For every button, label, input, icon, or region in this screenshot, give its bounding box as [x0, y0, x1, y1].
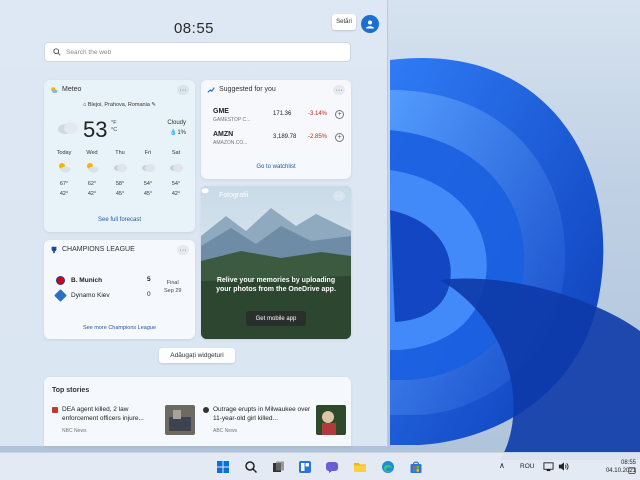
search-input[interactable]: Search the web: [44, 42, 351, 62]
news-source-icon: [52, 407, 58, 413]
add-widgets-button[interactable]: Adăugați widgeturi: [159, 348, 235, 363]
home-team: B. Munich: [56, 276, 102, 285]
trophy-icon: [51, 246, 57, 254]
stocks-icon: [207, 87, 215, 93]
cloudy-icon: [170, 164, 183, 172]
news-source-icon: [203, 407, 209, 413]
stock-row[interactable]: AMZN AMAZON.CO... 3,189.78 -2.85% +: [213, 131, 344, 151]
away-team: Dynamo Kiev: [54, 289, 110, 302]
weather-condition: Cloudy: [167, 120, 186, 126]
weather-location[interactable]: ⌂ Blejoi, Prahova, Romania ✎: [44, 102, 195, 108]
forecast-day: Sat 54° 42°: [164, 150, 188, 197]
weather-title: Meteo: [62, 86, 82, 93]
stock-row[interactable]: GME GAMESTOP C... 171.36 -3.14% +: [213, 108, 344, 128]
partly-sunny-icon: [59, 163, 71, 173]
get-mobile-app-button[interactable]: Get mobile app: [246, 311, 306, 326]
story-thumbnail: [165, 405, 195, 435]
panel-clock: 08:55: [173, 20, 215, 37]
notification-icon[interactable]: [628, 467, 636, 475]
see-more-link[interactable]: See more Champions League: [44, 325, 195, 331]
watchlist-title: Suggested for you: [219, 86, 276, 93]
avatar[interactable]: [361, 15, 379, 33]
story-item[interactable]: DEA agent killed, 2 law enforcement offi…: [52, 405, 195, 441]
watchlist-widget[interactable]: Suggested for you ··· GME GAMESTOP C... …: [201, 80, 351, 179]
more-options-button[interactable]: ···: [333, 85, 345, 95]
sports-title: CHAMPIONS LEAGUE: [62, 246, 135, 253]
cloudy-icon: [142, 164, 155, 172]
forecast-day: Fri 54° 45°: [136, 150, 160, 197]
more-options-button[interactable]: ···: [177, 85, 189, 95]
search-icon: [53, 48, 61, 56]
story-item[interactable]: Outrage erupts in Milwaukee over 11-year…: [203, 405, 346, 441]
photos-message: Relive your memories by uploading your p…: [216, 277, 336, 293]
task-view-icon[interactable]: [271, 460, 285, 474]
forecast-row: Today 67° 42° Wed 62° 42° Thu 58° 45° Fr…: [52, 150, 188, 197]
top-stories-title: Top stories: [52, 387, 90, 394]
story-thumbnail: [316, 405, 346, 435]
forecast-day: Wed 62° 42°: [86, 150, 99, 197]
away-score: 0: [147, 291, 151, 298]
team-logo: [54, 289, 67, 302]
cloudy-icon: [58, 122, 78, 134]
watchlist-link[interactable]: Go to watchlist: [201, 164, 351, 170]
user-icon: [366, 20, 374, 29]
photos-widget[interactable]: Fotografii ··· Relive your memories by u…: [201, 186, 351, 339]
more-options-button[interactable]: ···: [333, 191, 345, 201]
current-temperature: 53: [83, 117, 108, 142]
more-options-button[interactable]: ···: [177, 245, 189, 255]
taskbar: ∧ ROU 08:55 04.10.2021: [0, 452, 640, 480]
widgets-panel: 08:55 Setări Search the web Meteo ··· ⌂ …: [0, 0, 388, 446]
network-icon[interactable]: [543, 461, 554, 472]
cloudy-icon: [114, 164, 127, 172]
widgets-icon[interactable]: [298, 460, 312, 474]
weather-icon: [51, 87, 58, 93]
settings-button[interactable]: Setări: [332, 14, 356, 30]
file-explorer-icon[interactable]: [353, 460, 367, 474]
input-language[interactable]: ROU: [520, 463, 534, 470]
temperature-unit[interactable]: °F °C: [111, 120, 117, 134]
forecast-day: Today 67° 42°: [56, 150, 72, 197]
top-stories-widget: Top stories DEA agent killed, 2 law enfo…: [44, 377, 351, 446]
precipitation: 💧1%: [169, 130, 186, 136]
home-icon: ⌂: [82, 102, 87, 108]
weather-widget[interactable]: Meteo ··· ⌂ Blejoi, Prahova, Romania ✎ 5…: [44, 80, 195, 232]
add-to-watchlist-button[interactable]: +: [335, 110, 344, 119]
start-icon[interactable]: [216, 460, 230, 474]
search-icon[interactable]: [244, 460, 258, 474]
chevron-up-icon[interactable]: ∧: [499, 461, 505, 470]
store-icon[interactable]: [409, 460, 423, 474]
edit-icon: ✎: [151, 102, 157, 108]
chat-icon[interactable]: [325, 460, 339, 474]
photos-title: Fotografii: [219, 192, 249, 199]
match-status: Final Sep 29: [164, 280, 182, 294]
edge-icon[interactable]: [381, 460, 395, 474]
full-forecast-link[interactable]: See full forecast: [44, 217, 195, 223]
sports-widget[interactable]: CHAMPIONS LEAGUE ··· B. Munich 5 Dynamo …: [44, 240, 195, 339]
forecast-day: Thu 58° 45°: [108, 150, 132, 197]
search-placeholder: Search the web: [66, 48, 112, 56]
partly-sunny-icon: [87, 163, 99, 173]
home-score: 5: [147, 276, 151, 283]
volume-icon[interactable]: [558, 461, 569, 472]
cloud-icon: [201, 188, 209, 194]
add-to-watchlist-button[interactable]: +: [335, 133, 344, 142]
team-logo: [56, 276, 65, 285]
